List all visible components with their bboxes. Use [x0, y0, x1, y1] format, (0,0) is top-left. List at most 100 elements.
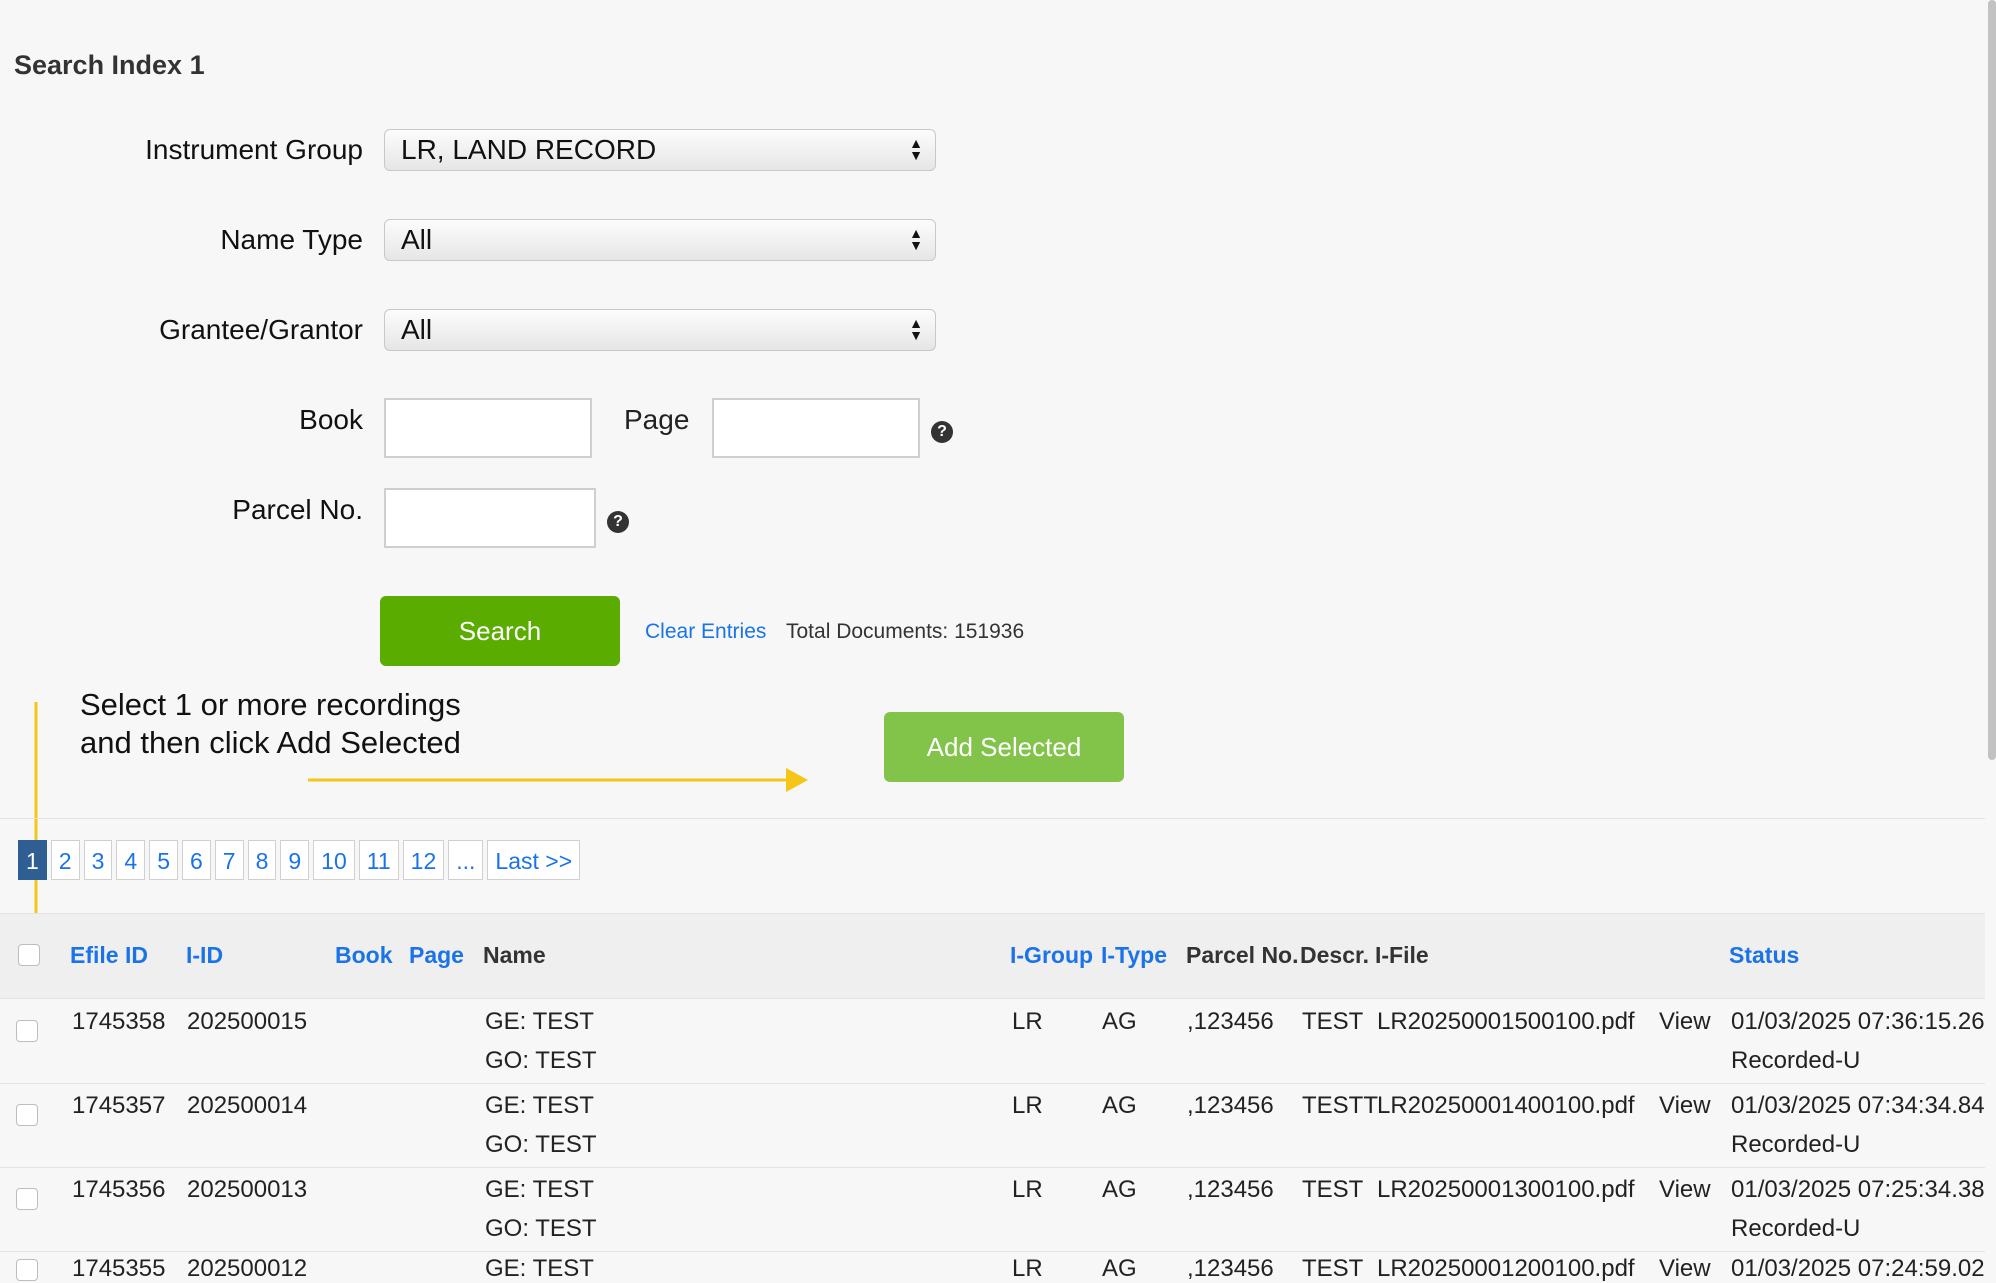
- last-page-link[interactable]: Last >>: [487, 840, 581, 880]
- efile-id-link[interactable]: 1745356: [72, 1176, 165, 1204]
- clear-entries-link[interactable]: Clear Entries: [645, 620, 766, 644]
- sort-efile-id[interactable]: Efile ID: [70, 942, 148, 969]
- select-all-checkbox[interactable]: [18, 944, 40, 966]
- cell-i-group: LR: [1012, 1008, 1043, 1035]
- cell-i-id: 202500015: [187, 1008, 308, 1035]
- cell-i-file: LR20250001400100.pdf: [1377, 1092, 1635, 1119]
- book-input[interactable]: [384, 398, 592, 458]
- page-link[interactable]: 6: [181, 840, 211, 880]
- parcel-no-input[interactable]: [384, 488, 596, 548]
- page-input[interactable]: [712, 398, 920, 458]
- cell-grantor: GO: TEST: [485, 1215, 597, 1242]
- page-link[interactable]: 3: [83, 840, 113, 880]
- row-checkbox[interactable]: [16, 1188, 38, 1210]
- cell-descr: TEST: [1302, 1255, 1364, 1282]
- header-parcel-no: Parcel No.: [1186, 942, 1299, 968]
- page-link[interactable]: 1: [18, 840, 47, 880]
- cell-i-type: AG: [1102, 1255, 1137, 1282]
- table-header: [0, 913, 1985, 999]
- search-button[interactable]: Search: [380, 596, 620, 666]
- cell-status-date: 01/03/2025 07:36:15.26: [1731, 1008, 1985, 1035]
- cell-i-group: LR: [1012, 1176, 1043, 1203]
- view-link[interactable]: View: [1659, 1008, 1711, 1036]
- select-arrows-icon: ▲ ▼: [909, 135, 923, 163]
- cell-status-date: 01/03/2025 07:24:59.02: [1731, 1255, 1985, 1282]
- page-link[interactable]: 4: [116, 840, 146, 880]
- efile-id-link[interactable]: 1745355: [72, 1255, 165, 1283]
- cell-grantee: GE: TEST: [485, 1176, 594, 1203]
- row-checkbox[interactable]: [16, 1020, 38, 1042]
- select-arrows-icon: ▲ ▼: [909, 225, 923, 253]
- add-selected-button[interactable]: Add Selected: [884, 712, 1124, 782]
- view-link[interactable]: View: [1659, 1255, 1711, 1283]
- help-icon[interactable]: ?: [607, 511, 629, 533]
- table-body: 1745358 202500015 GE: TEST GO: TEST LR A…: [0, 997, 1985, 1282]
- row-divider: [0, 1083, 1985, 1084]
- cell-i-id: 202500012: [187, 1255, 308, 1282]
- instrument-group-value: LR, LAND RECORD: [401, 134, 657, 165]
- page-link[interactable]: 9: [280, 840, 310, 880]
- efile-id-link[interactable]: 1745357: [72, 1092, 165, 1120]
- sort-i-type[interactable]: I-Type: [1101, 942, 1167, 969]
- header-name: Name: [483, 942, 546, 968]
- cell-i-group: LR: [1012, 1092, 1043, 1119]
- name-type-select[interactable]: All ▲ ▼: [384, 219, 936, 261]
- page-link[interactable]: 8: [247, 840, 277, 880]
- cell-descr: TEST: [1302, 1008, 1364, 1035]
- efile-id-link[interactable]: 1745358: [72, 1008, 165, 1036]
- row-divider: [0, 1167, 1985, 1168]
- grantee-grantor-label: Grantee/Grantor: [159, 314, 363, 345]
- cell-i-file: LR20250001500100.pdf: [1377, 1008, 1635, 1035]
- cell-parcel-no: ,123456: [1187, 1092, 1274, 1119]
- page-link[interactable]: 5: [149, 840, 178, 880]
- cell-i-id: 202500013: [187, 1176, 308, 1203]
- page-link[interactable]: 10: [313, 840, 355, 880]
- cell-status-date: 01/03/2025 07:34:34.84: [1731, 1092, 1985, 1119]
- row-divider: [0, 1251, 1985, 1252]
- sort-status[interactable]: Status: [1729, 942, 1799, 969]
- total-documents: Total Documents: 151936: [786, 620, 1025, 643]
- cell-i-type: AG: [1102, 1176, 1137, 1203]
- cell-i-file: LR20250001200100.pdf: [1377, 1255, 1635, 1282]
- cell-grantor: GO: TEST: [485, 1131, 597, 1158]
- page-link[interactable]: 11: [358, 840, 399, 880]
- sort-i-id[interactable]: I-ID: [186, 942, 223, 969]
- sort-book[interactable]: Book: [335, 942, 393, 969]
- select-arrows-icon: ▲ ▼: [909, 315, 923, 343]
- cell-status: Recorded-U: [1731, 1215, 1861, 1242]
- view-link[interactable]: View: [1659, 1092, 1711, 1120]
- sort-i-group[interactable]: I-Group: [1010, 942, 1093, 969]
- sort-page[interactable]: Page: [409, 942, 464, 969]
- cell-grantee: GE: TEST: [485, 1092, 594, 1119]
- page-ellipsis[interactable]: ...: [448, 840, 484, 880]
- cell-status: Recorded-U: [1731, 1047, 1861, 1074]
- grantee-grantor-select[interactable]: All ▲ ▼: [384, 309, 936, 351]
- cell-i-group: LR: [1012, 1255, 1043, 1282]
- page-label: Page: [624, 404, 690, 435]
- header-i-file: I-File: [1375, 942, 1429, 968]
- page-link[interactable]: 12: [402, 840, 445, 880]
- grantee-grantor-value: All: [401, 314, 433, 345]
- view-link[interactable]: View: [1659, 1176, 1711, 1204]
- book-label: Book: [299, 404, 363, 435]
- row-checkbox[interactable]: [16, 1259, 38, 1281]
- cell-parcel-no: ,123456: [1187, 1255, 1274, 1282]
- parcel-no-label: Parcel No.: [232, 494, 363, 525]
- cell-i-file: LR20250001300100.pdf: [1377, 1176, 1635, 1203]
- vertical-scrollbar[interactable]: [1988, 0, 1996, 760]
- name-type-value: All: [401, 224, 433, 255]
- help-icon[interactable]: ?: [931, 421, 953, 443]
- header-descr: Descr.: [1300, 942, 1370, 968]
- cell-i-type: AG: [1102, 1092, 1137, 1119]
- cell-i-type: AG: [1102, 1008, 1137, 1035]
- instrument-group-select[interactable]: LR, LAND RECORD ▲ ▼: [384, 129, 936, 171]
- cell-i-id: 202500014: [187, 1092, 308, 1119]
- page-link[interactable]: 7: [214, 840, 244, 880]
- cell-parcel-no: ,123456: [1187, 1008, 1274, 1035]
- cell-descr: TESTT: [1302, 1092, 1378, 1119]
- instrument-group-label: Instrument Group: [145, 134, 363, 165]
- page-title: Search Index 1: [14, 50, 205, 80]
- row-checkbox[interactable]: [16, 1104, 38, 1126]
- page-link[interactable]: 2: [50, 840, 80, 880]
- cell-grantee: GE: TEST: [485, 1255, 594, 1282]
